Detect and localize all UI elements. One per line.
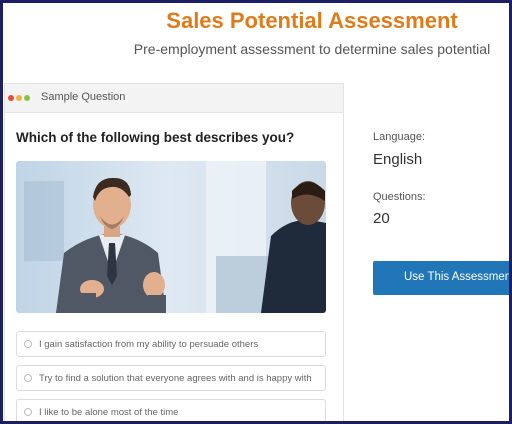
language-value: English: [373, 151, 423, 168]
page-frame: Sales Potential Assessment Pre-employmen…: [0, 0, 512, 424]
interview-photo: [16, 161, 326, 313]
answer-option-label: Try to find a solution that everyone agr…: [39, 373, 312, 384]
use-assessment-button[interactable]: Use This Assessment: [373, 261, 509, 295]
answer-option-label: I gain satisfaction from my ability to p…: [39, 339, 259, 350]
page-subtitle: Pre-employment assessment to determine s…: [133, 41, 491, 57]
radio-circle-icon[interactable]: [24, 408, 32, 416]
answer-option-label: I like to be alone most of the time: [39, 407, 179, 418]
questions-value: 20: [373, 210, 390, 227]
answer-option-3[interactable]: I like to be alone most of the time: [16, 399, 326, 421]
radio-circle-icon[interactable]: [24, 374, 32, 382]
sample-question-card: Sample Question Which of the following b…: [4, 83, 344, 421]
window-dot-red-icon: [8, 95, 14, 101]
answer-option-2[interactable]: Try to find a solution that everyone agr…: [16, 365, 326, 391]
page-title: Sales Potential Assessment: [166, 8, 458, 33]
window-dot-green-icon: [24, 95, 30, 101]
questions-label: Questions:: [373, 191, 426, 203]
answer-option-1[interactable]: I gain satisfaction from my ability to p…: [16, 331, 326, 357]
question-text: Which of the following best describes yo…: [16, 130, 295, 145]
window-dot-orange-icon: [16, 95, 22, 101]
card-header: Sample Question: [5, 84, 343, 113]
radio-circle-icon[interactable]: [24, 340, 32, 348]
card-header-label: Sample Question: [41, 91, 126, 103]
language-label: Language:: [373, 131, 425, 143]
